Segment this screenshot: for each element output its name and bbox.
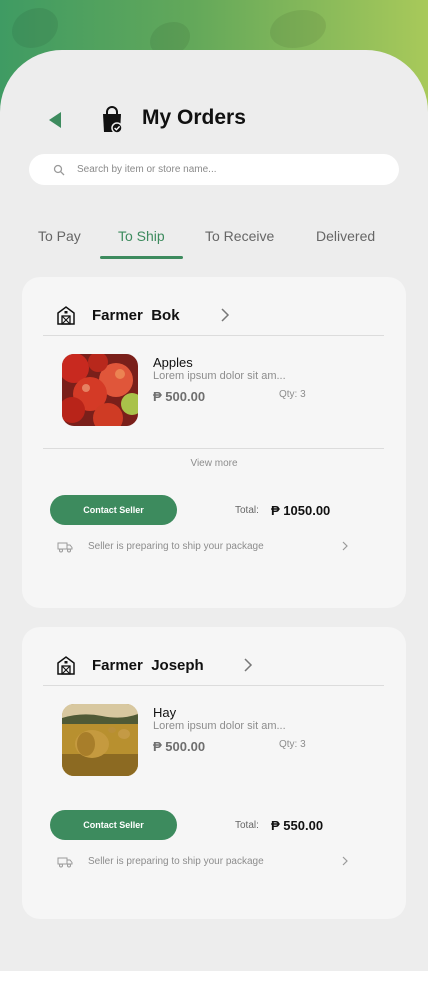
shipping-status-row[interactable]: Seller is preparing to ship your package	[22, 854, 406, 870]
truck-icon	[57, 542, 73, 553]
search-bar[interactable]	[29, 154, 399, 185]
tab-to-pay[interactable]: To Pay	[38, 228, 81, 244]
store-name[interactable]: Farmer Bok	[92, 307, 180, 324]
item-name: Apples	[153, 355, 193, 370]
barn-icon	[57, 656, 75, 675]
back-arrow-icon[interactable]	[46, 109, 66, 131]
barn-icon	[57, 306, 75, 325]
total-label: Total:	[235, 820, 259, 831]
item-price: ₱ 500.00	[153, 389, 206, 404]
item-description: Lorem ipsum dolor sit am...	[153, 370, 286, 382]
active-tab-indicator	[100, 256, 183, 259]
shipping-status-text: Seller is preparing to ship your package	[88, 541, 264, 552]
item-quantity: Qty: 3	[279, 739, 306, 750]
tab-delivered[interactable]: Delivered	[316, 228, 375, 244]
order-tabs: To Pay To Ship To Receive Delivered	[0, 226, 428, 262]
store-name[interactable]: Farmer Joseph	[92, 657, 204, 674]
divider	[43, 685, 384, 686]
contact-seller-button[interactable]: Contact Seller	[50, 810, 177, 840]
chevron-right-icon	[342, 856, 348, 866]
total-label: Total:	[235, 505, 259, 516]
leaf-decoration	[270, 10, 326, 48]
chevron-right-icon	[342, 541, 348, 551]
total-value: ₱ 550.00	[271, 818, 324, 833]
page-title: My Orders	[142, 106, 246, 129]
item-name: Hay	[153, 705, 177, 720]
truck-icon	[57, 857, 73, 868]
order-card: Farmer Bok Apples Lorem ipsum dolor sit …	[22, 277, 406, 608]
chevron-right-icon[interactable]	[243, 658, 253, 672]
apples-photo	[62, 354, 138, 426]
order-store-header: Farmer Bok	[22, 277, 406, 335]
tab-to-ship[interactable]: To Ship	[118, 228, 165, 244]
shipping-status-text: Seller is preparing to ship your package	[88, 856, 264, 867]
search-input[interactable]	[77, 164, 399, 175]
item-description: Lorem ipsum dolor sit am...	[153, 720, 286, 732]
shopping-bag-check-icon	[103, 106, 123, 134]
page-header: My Orders	[0, 104, 428, 136]
chevron-right-icon[interactable]	[220, 308, 230, 322]
item-quantity: Qty: 3	[279, 389, 306, 400]
shipping-status-row[interactable]: Seller is preparing to ship your package	[22, 539, 406, 555]
divider	[43, 448, 384, 449]
leaf-decoration	[12, 8, 58, 48]
order-store-header: Farmer Joseph	[22, 627, 406, 685]
view-more-link[interactable]: View more	[22, 458, 406, 469]
divider	[43, 335, 384, 336]
order-card: Farmer Joseph Hay Lorem ipsum dolor sit …	[22, 627, 406, 919]
item-price: ₱ 500.00	[153, 739, 206, 754]
tab-to-receive[interactable]: To Receive	[205, 228, 274, 244]
search-icon	[53, 164, 65, 175]
total-value: ₱ 1050.00	[271, 503, 331, 518]
hay-bales-photo	[62, 704, 138, 776]
contact-seller-button[interactable]: Contact Seller	[50, 495, 177, 525]
